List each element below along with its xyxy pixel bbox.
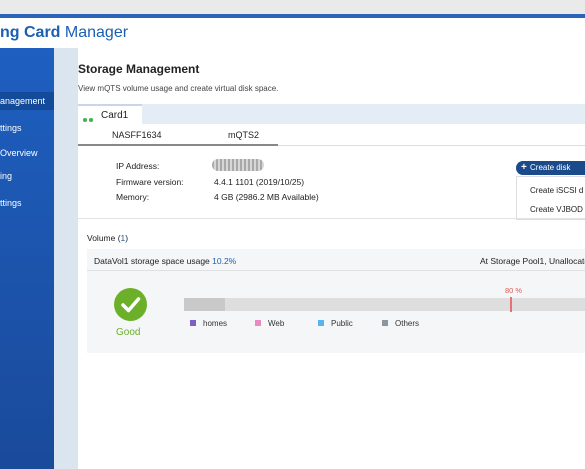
legend-swatch-homes [190,320,196,326]
volume-heading-close: ) [125,233,129,243]
check-circle-icon [114,288,147,321]
device-subtabs: NASFF1634 mQTS2 [78,128,585,146]
sidebar-item-management[interactable]: anagement [0,92,54,110]
create-dropdown-menu: Create iSCSI d Create VJBOD [516,176,585,220]
sidebar: anagement ttings Overview ing ttings [0,48,54,469]
volume-name-text: DataVol1 storage space usage [94,256,213,266]
legend-web: Web [255,319,284,328]
usage-bar [184,298,585,311]
legend-homes: homes [190,319,227,328]
card-tab-label: Card1 [101,110,129,121]
legend-swatch-web [255,320,261,326]
app-title-rest: Manager [60,24,129,41]
threshold-marker [510,297,512,312]
volume-card[interactable]: DataVol1 storage space usage 10.2% At St… [87,249,585,353]
usage-bar-fill [184,298,225,311]
page-title: Storage Management [78,62,200,76]
tab-nasff1634[interactable]: NASFF1634 [112,130,162,140]
app-title-bold: ng Card [0,24,61,41]
browser-top-bar [0,0,585,14]
create-disk-button[interactable]: + Create disk [516,161,585,175]
volume-status-label: Good [116,327,141,338]
legend-public: Public [318,319,353,328]
ip-address-redacted [212,159,264,171]
volume-heading: Volume (1) [87,233,128,243]
page-subtitle: View mQTS volume usage and create virtua… [78,84,279,93]
legend-label-homes: homes [203,319,228,328]
menu-item-create-vjbod[interactable]: Create VJBOD [530,205,583,214]
section-divider [78,218,585,219]
pool-info: At Storage Pool1, Unallocate [480,256,585,266]
sidebar-item-settings-2[interactable]: ttings [0,194,54,212]
legend-swatch-others [382,320,388,326]
threshold-label: 80 % [505,286,523,295]
sidebar-item-ing[interactable]: ing [0,167,54,185]
content-area: Storage Management View mQTS volume usag… [54,48,585,469]
sidebar-item-settings[interactable]: ttings [0,119,54,137]
firmware-value: 4.4.1 1101 (2019/10/25) [214,177,305,187]
ip-label: IP Address: [116,161,160,171]
sidebar-item-overview[interactable]: Overview [0,144,54,162]
legend-label-others: Others [395,319,420,328]
create-disk-label: Create disk [530,163,571,172]
storage-panel: Storage Management View mQTS volume usag… [78,48,585,469]
firmware-label: Firmware version: [116,177,184,187]
memory-label: Memory: [116,192,150,202]
card-tab-bar: Card1 [78,104,585,124]
legend-others: Others [382,319,419,328]
legend-label-public: Public [331,319,353,328]
app-header: ng Card Manager [0,18,585,48]
volume-usage-percent: 10.2% [212,256,237,266]
app-title: ng Card Manager [0,24,128,42]
legend-swatch-public [318,320,324,326]
volume-heading-text: Volume ( [87,233,121,243]
volume-card-header: DataVol1 storage space usage 10.2% At St… [87,249,585,271]
menu-item-create-iscsi[interactable]: Create iSCSI d [530,186,583,195]
status-dots-icon [83,114,95,124]
tab-mqts2[interactable]: mQTS2 [228,130,259,140]
memory-value: 4 GB (2986.2 MB Available) [214,192,319,202]
volume-usage-text: DataVol1 storage space usage 10.2% [94,256,236,266]
plus-icon: + [521,162,527,173]
card-tab[interactable]: Card1 [78,104,142,124]
active-tab-indicator [78,144,278,146]
legend-label-web: Web [268,319,285,328]
